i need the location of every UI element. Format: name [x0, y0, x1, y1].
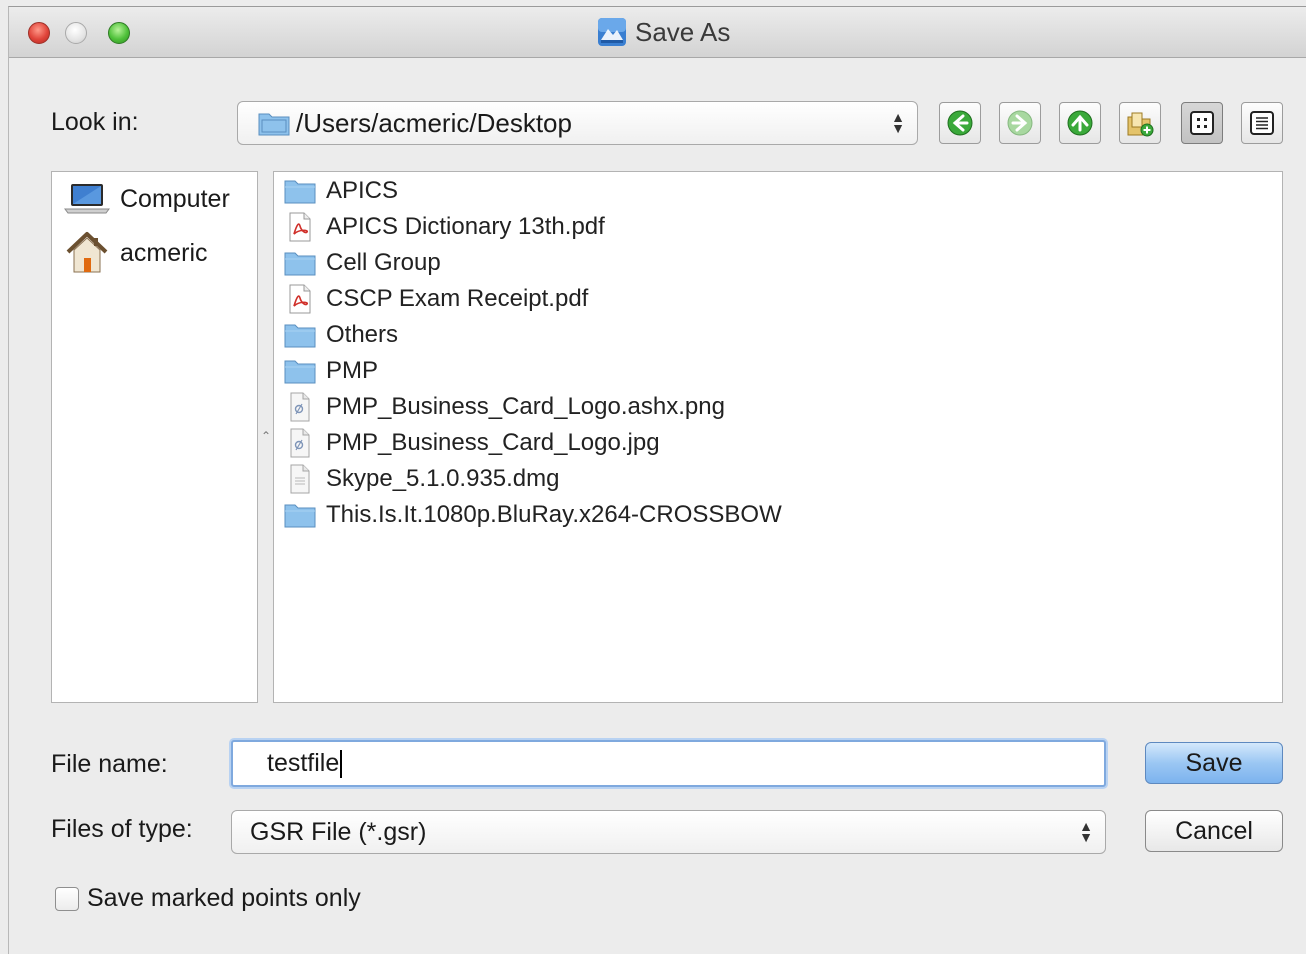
marked-points-label: Save marked points only [87, 884, 361, 912]
forward-icon [1007, 110, 1033, 136]
list-item[interactable]: PMP [284, 354, 378, 388]
sidebar-item-acmeric[interactable]: acmeric [64, 230, 208, 276]
file-name: Skype_5.1.0.935.dmg [326, 465, 560, 492]
file-name: Others [326, 321, 399, 348]
look-in-path: /Users/acmeric/Desktop [296, 107, 572, 138]
list-item[interactable]: Skype_5.1.0.935.dmg [284, 462, 560, 496]
marked-points-checkbox[interactable] [55, 886, 79, 911]
sidebar-item-computer[interactable]: Computer [64, 182, 230, 216]
back-icon [947, 110, 973, 136]
document-icon [290, 464, 310, 494]
list-item[interactable]: PMP_Business_Card_Logo.jpg [284, 426, 660, 460]
icon-view-icon [1190, 111, 1214, 135]
image-file-icon [290, 428, 310, 458]
file-list: APICS APICS Dictionary 13th.pdf Cell Gro… [273, 171, 1283, 703]
combo-arrows-icon: ▲ ▼ [891, 109, 905, 136]
file-name: This.Is.It.1080p.BluRay.x264-CROSSBOW [326, 501, 782, 528]
home-icon [66, 232, 108, 273]
window-title-group: Save As [597, 17, 730, 47]
file-type-value: GSR File (*.gsr) [250, 817, 427, 846]
new-folder-button[interactable] [1119, 102, 1161, 144]
up-folder-button[interactable] [1059, 102, 1101, 144]
look-in-label: Look in: [51, 108, 139, 136]
list-item[interactable]: Others [284, 318, 398, 352]
list-item[interactable]: CSCP Exam Receipt.pdf [284, 282, 588, 316]
list-view-button[interactable] [1241, 102, 1283, 144]
back-button[interactable] [939, 102, 981, 144]
forward-button[interactable] [999, 102, 1041, 144]
look-in-combo[interactable]: /Users/acmeric/Desktop ▲ ▼ [237, 101, 918, 145]
combo-arrows-icon: ▲ ▼ [1079, 818, 1093, 845]
file-name: PMP_Business_Card_Logo.jpg [326, 429, 660, 456]
file-name: APICS Dictionary 13th.pdf [326, 213, 605, 240]
list-item[interactable]: Cell Group [284, 246, 441, 280]
text-caret [340, 749, 343, 778]
list-item[interactable]: APICS [284, 174, 398, 208]
folder-icon [284, 324, 316, 348]
file-name-label: File name: [51, 750, 168, 778]
new-folder-icon [1127, 112, 1154, 137]
folder-icon [284, 504, 316, 528]
app-icon [598, 18, 626, 46]
sidebar-item-label: acmeric [120, 238, 208, 267]
file-type-label: Files of type: [51, 815, 193, 843]
cancel-button[interactable]: Cancel [1145, 810, 1283, 852]
zoom-window-button[interactable] [108, 22, 130, 44]
places-sidebar: Computer acmeric [51, 171, 258, 703]
image-file-icon [290, 392, 310, 422]
folder-icon [284, 180, 316, 204]
title-bar[interactable]: Save As [9, 7, 1306, 58]
folder-icon [284, 360, 316, 384]
list-view-icon [1250, 111, 1274, 135]
file-name: CSCP Exam Receipt.pdf [326, 285, 589, 312]
pdf-icon [289, 284, 311, 314]
list-item[interactable]: This.Is.It.1080p.BluRay.x264-CROSSBOW [284, 498, 782, 532]
save-as-dialog: Save As Look in: /Users/acmeric/Desktop … [8, 6, 1306, 954]
window-title: Save As [635, 16, 731, 47]
close-window-button[interactable] [28, 22, 50, 44]
icon-view-button[interactable] [1181, 102, 1223, 144]
file-name: Cell Group [326, 249, 441, 276]
file-name-input[interactable]: testfile [231, 740, 1106, 787]
up-icon [1067, 110, 1093, 136]
file-name: PMP_Business_Card_Logo.ashx.png [326, 393, 725, 420]
list-item[interactable]: APICS Dictionary 13th.pdf [284, 210, 605, 244]
file-name: PMP [326, 357, 379, 384]
save-button[interactable]: Save [1145, 742, 1283, 784]
pdf-icon [289, 212, 311, 242]
splitter-handle[interactable]: ⌃ [261, 429, 271, 443]
marked-points-option[interactable]: Save marked points only [55, 884, 361, 913]
minimize-window-button[interactable] [65, 22, 87, 44]
list-item[interactable]: PMP_Business_Card_Logo.ashx.png [284, 390, 725, 424]
file-name: APICS [326, 177, 399, 204]
folder-icon [284, 252, 316, 276]
sidebar-item-label: Computer [120, 184, 230, 213]
folder-icon [258, 113, 290, 136]
file-name-value: testfile [267, 749, 340, 777]
laptop-icon [64, 184, 110, 214]
file-type-select[interactable]: GSR File (*.gsr) ▲ ▼ [231, 810, 1106, 854]
